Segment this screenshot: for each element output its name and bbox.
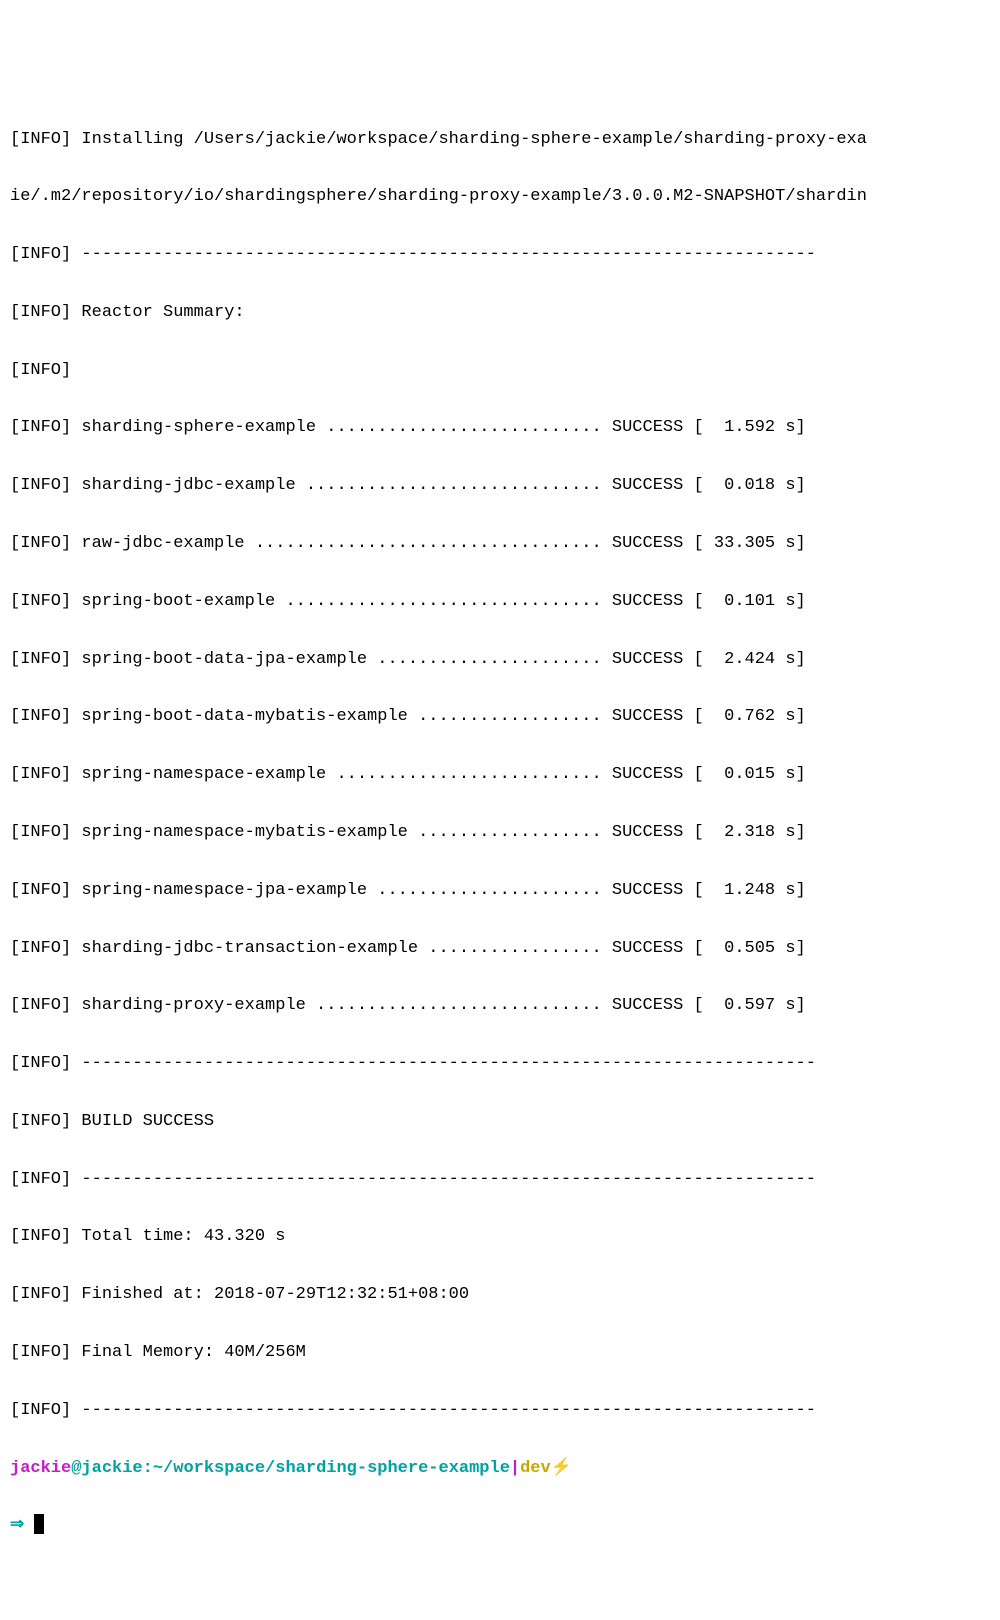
cursor: [34, 1514, 44, 1534]
log-line: [INFO] ---------------------------------…: [10, 241, 990, 270]
log-line: [INFO] spring-boot-data-mybatis-example …: [10, 703, 990, 732]
log-line: [INFO] ---------------------------------…: [10, 1166, 990, 1195]
log-line: [INFO] BUILD SUCCESS: [10, 1108, 990, 1137]
prompt-branch: dev: [520, 1459, 551, 1478]
log-line: [INFO] Total time: 43.320 s: [10, 1223, 990, 1252]
log-line: [INFO] ---------------------------------…: [10, 1397, 990, 1426]
prompt-host: jackie: [81, 1459, 142, 1478]
log-line: [INFO]: [10, 357, 990, 386]
prompt-colon: :: [143, 1459, 153, 1478]
prompt-at: @: [71, 1459, 81, 1478]
log-line: [INFO] Finished at: 2018-07-29T12:32:51+…: [10, 1281, 990, 1310]
log-line: [INFO] spring-boot-data-jpa-example ....…: [10, 646, 990, 675]
log-line: [INFO] raw-jdbc-example ................…: [10, 530, 990, 559]
log-line: [INFO] sharding-jdbc-example ...........…: [10, 472, 990, 501]
bolt-icon: ⚡: [551, 1459, 572, 1478]
log-line: [INFO] sharding-proxy-example ..........…: [10, 992, 990, 1021]
log-line: [INFO] spring-boot-example .............…: [10, 588, 990, 617]
log-line: [INFO] ---------------------------------…: [10, 1050, 990, 1079]
log-line: ie/.m2/repository/io/shardingsphere/shar…: [10, 183, 990, 212]
log-line: [INFO] sharding-sphere-example .........…: [10, 414, 990, 443]
log-line: [INFO] Final Memory: 40M/256M: [10, 1339, 990, 1368]
log-line: [INFO] Reactor Summary:: [10, 299, 990, 328]
log-line: [INFO] spring-namespace-example ........…: [10, 761, 990, 790]
log-line: [INFO] spring-namespace-jpa-example ....…: [10, 877, 990, 906]
log-line: [INFO] spring-namespace-mybatis-example …: [10, 819, 990, 848]
prompt-user: jackie: [10, 1459, 71, 1478]
log-line: [INFO] sharding-jdbc-transaction-example…: [10, 935, 990, 964]
shell-input-line[interactable]: ⇒: [10, 1512, 990, 1541]
prompt-sep: |: [510, 1459, 520, 1478]
shell-prompt: jackie@jackie:~/workspace/sharding-spher…: [10, 1455, 990, 1484]
log-line: [INFO] Installing /Users/jackie/workspac…: [10, 126, 990, 155]
prompt-arrow-icon: ⇒: [10, 1516, 34, 1535]
prompt-path: ~/workspace/sharding-sphere-example: [153, 1459, 510, 1478]
